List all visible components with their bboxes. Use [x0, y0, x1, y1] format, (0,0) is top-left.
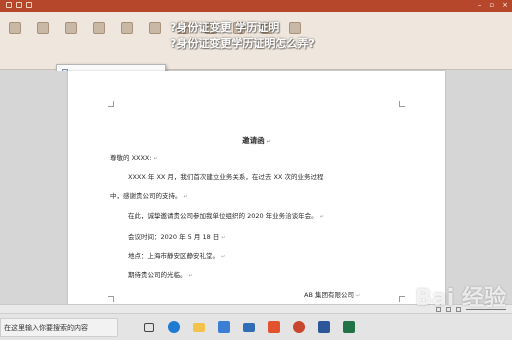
highlight-fields-icon — [149, 22, 161, 34]
margin-mark — [399, 101, 405, 107]
closing-line: 期待贵公司的光临。 ↵ — [128, 269, 193, 279]
paragraph-mark: ↵ — [266, 139, 271, 145]
paragraph-mark: ↵ — [319, 214, 324, 220]
body-line-2: 中，感谢贵公司的支持。 ↵ — [110, 190, 188, 200]
paragraph-mark: ↵ — [355, 293, 361, 299]
line-text: 尊敬的 XXXX: — [110, 154, 152, 162]
mail-merge-icon — [65, 22, 77, 34]
redo-icon[interactable] — [26, 2, 32, 8]
line-text: 中，感谢贵公司的支持。 — [110, 192, 182, 200]
taskbar-search[interactable]: 在这里输入你要搜索的内容 — [0, 318, 118, 337]
explorer-button[interactable] — [190, 318, 208, 336]
paragraph-mark: ↵ — [183, 194, 188, 200]
margin-mark — [108, 296, 114, 302]
close-button[interactable]: × — [502, 1, 508, 9]
label-icon — [37, 22, 49, 34]
line-text: 地点：上海市静安区静安礼堂。 — [128, 252, 219, 260]
taskview-button[interactable] — [140, 318, 158, 336]
excel-icon — [343, 321, 355, 333]
mail-button[interactable] — [240, 318, 258, 336]
document-page[interactable]: 邀请函 ↵ 尊敬的 XXXX: ↵ XXXX 年 XX 月，我们首次建立业务关系，在… — [68, 71, 445, 304]
paragraph-mark: ↵ — [221, 254, 226, 260]
ribbon-button-2[interactable] — [32, 22, 54, 56]
window-controls: – ▫ × — [478, 1, 508, 9]
powerpoint-icon — [293, 321, 305, 333]
maximize-button[interactable]: ▫ — [489, 1, 494, 9]
edge-icon — [168, 321, 180, 333]
line-text: 会议时间：2020 年 5 月 18 日 — [128, 233, 220, 241]
paragraph-mark: ↵ — [221, 235, 226, 241]
office-icon — [268, 321, 280, 333]
powerpoint-button[interactable] — [290, 318, 308, 336]
line-text: XXXX 年 XX 月，我们首次建立业务关系，在过去 XX 次的业务过程 — [128, 173, 324, 181]
envelope-icon — [9, 22, 21, 34]
search-placeholder: 在这里输入你要搜索的内容 — [4, 324, 88, 332]
document-title: 邀请函 ↵ — [68, 135, 445, 146]
overlay-line-1: ?身份证变更 学历证明 — [170, 21, 280, 34]
document-workspace: 邀请函 ↵ 尊敬的 XXXX: ↵ XXXX 年 XX 月，我们首次建立业务关系，在… — [0, 71, 512, 304]
excel-button[interactable] — [340, 318, 358, 336]
signature-line: AB 集团有限公司 ↵ — [304, 289, 360, 299]
edge-button[interactable] — [165, 318, 183, 336]
mail-icon — [243, 322, 255, 332]
ribbon-button-6[interactable] — [144, 22, 166, 56]
line-text: AB 集团有限公司 — [304, 291, 354, 299]
body-line-1: XXXX 年 XX 月，我们首次建立业务关系，在过去 XX 次的业务过程 — [128, 171, 323, 181]
baidu-watermark: Bai 经验 — [415, 286, 506, 311]
taskbar-apps — [140, 318, 358, 336]
salutation-line: 尊敬的 XXXX: ↵ — [110, 152, 158, 162]
margin-mark — [399, 296, 405, 302]
ribbon-button-5[interactable] — [116, 22, 138, 56]
body-line-3: 在此，诚挚邀请贵公司参加我单位组织的 2020 年业务洽谈年会。 ↵ — [128, 210, 324, 220]
title-bar: – ▫ × — [0, 0, 512, 12]
undo-icon[interactable] — [16, 2, 22, 8]
minimize-button[interactable]: – — [478, 1, 482, 9]
margin-mark — [108, 101, 114, 107]
word-button[interactable] — [315, 318, 333, 336]
quick-access-toolbar — [6, 2, 32, 8]
store-button[interactable] — [215, 318, 233, 336]
word-icon — [318, 321, 330, 333]
office-button[interactable] — [265, 318, 283, 336]
location-line: 地点：上海市静安区静安礼堂。 ↵ — [128, 250, 225, 260]
line-text: 在此，诚挚邀请贵公司参加我单位组织的 2020 年业务洽谈年会。 — [128, 212, 318, 220]
recipients-icon — [93, 22, 105, 34]
overlay-title: ?身份证变更 学历证明 ?身份证变更学历证明怎么弄? — [170, 20, 410, 52]
paragraph-mark: ↵ — [153, 156, 158, 162]
store-icon — [218, 321, 230, 333]
taskbar: 在这里输入你要搜索的内容 — [0, 313, 512, 340]
meeting-time-line: 会议时间：2020 年 5 月 18 日 ↵ — [128, 231, 225, 241]
line-text: 期待贵公司的光临。 — [128, 271, 187, 279]
document-title-text: 邀请函 — [242, 136, 265, 145]
ribbon-button-4[interactable] — [88, 22, 110, 56]
ribbon-button-3[interactable] — [60, 22, 82, 56]
overlay-line-2: ?身份证变更学历证明怎么弄? — [170, 37, 315, 50]
ribbon-button-1[interactable] — [4, 22, 26, 56]
folder-icon — [193, 322, 205, 332]
paragraph-mark: ↵ — [188, 273, 193, 279]
taskview-icon — [144, 322, 154, 332]
save-icon[interactable] — [6, 2, 12, 8]
edit-list-icon — [121, 22, 133, 34]
